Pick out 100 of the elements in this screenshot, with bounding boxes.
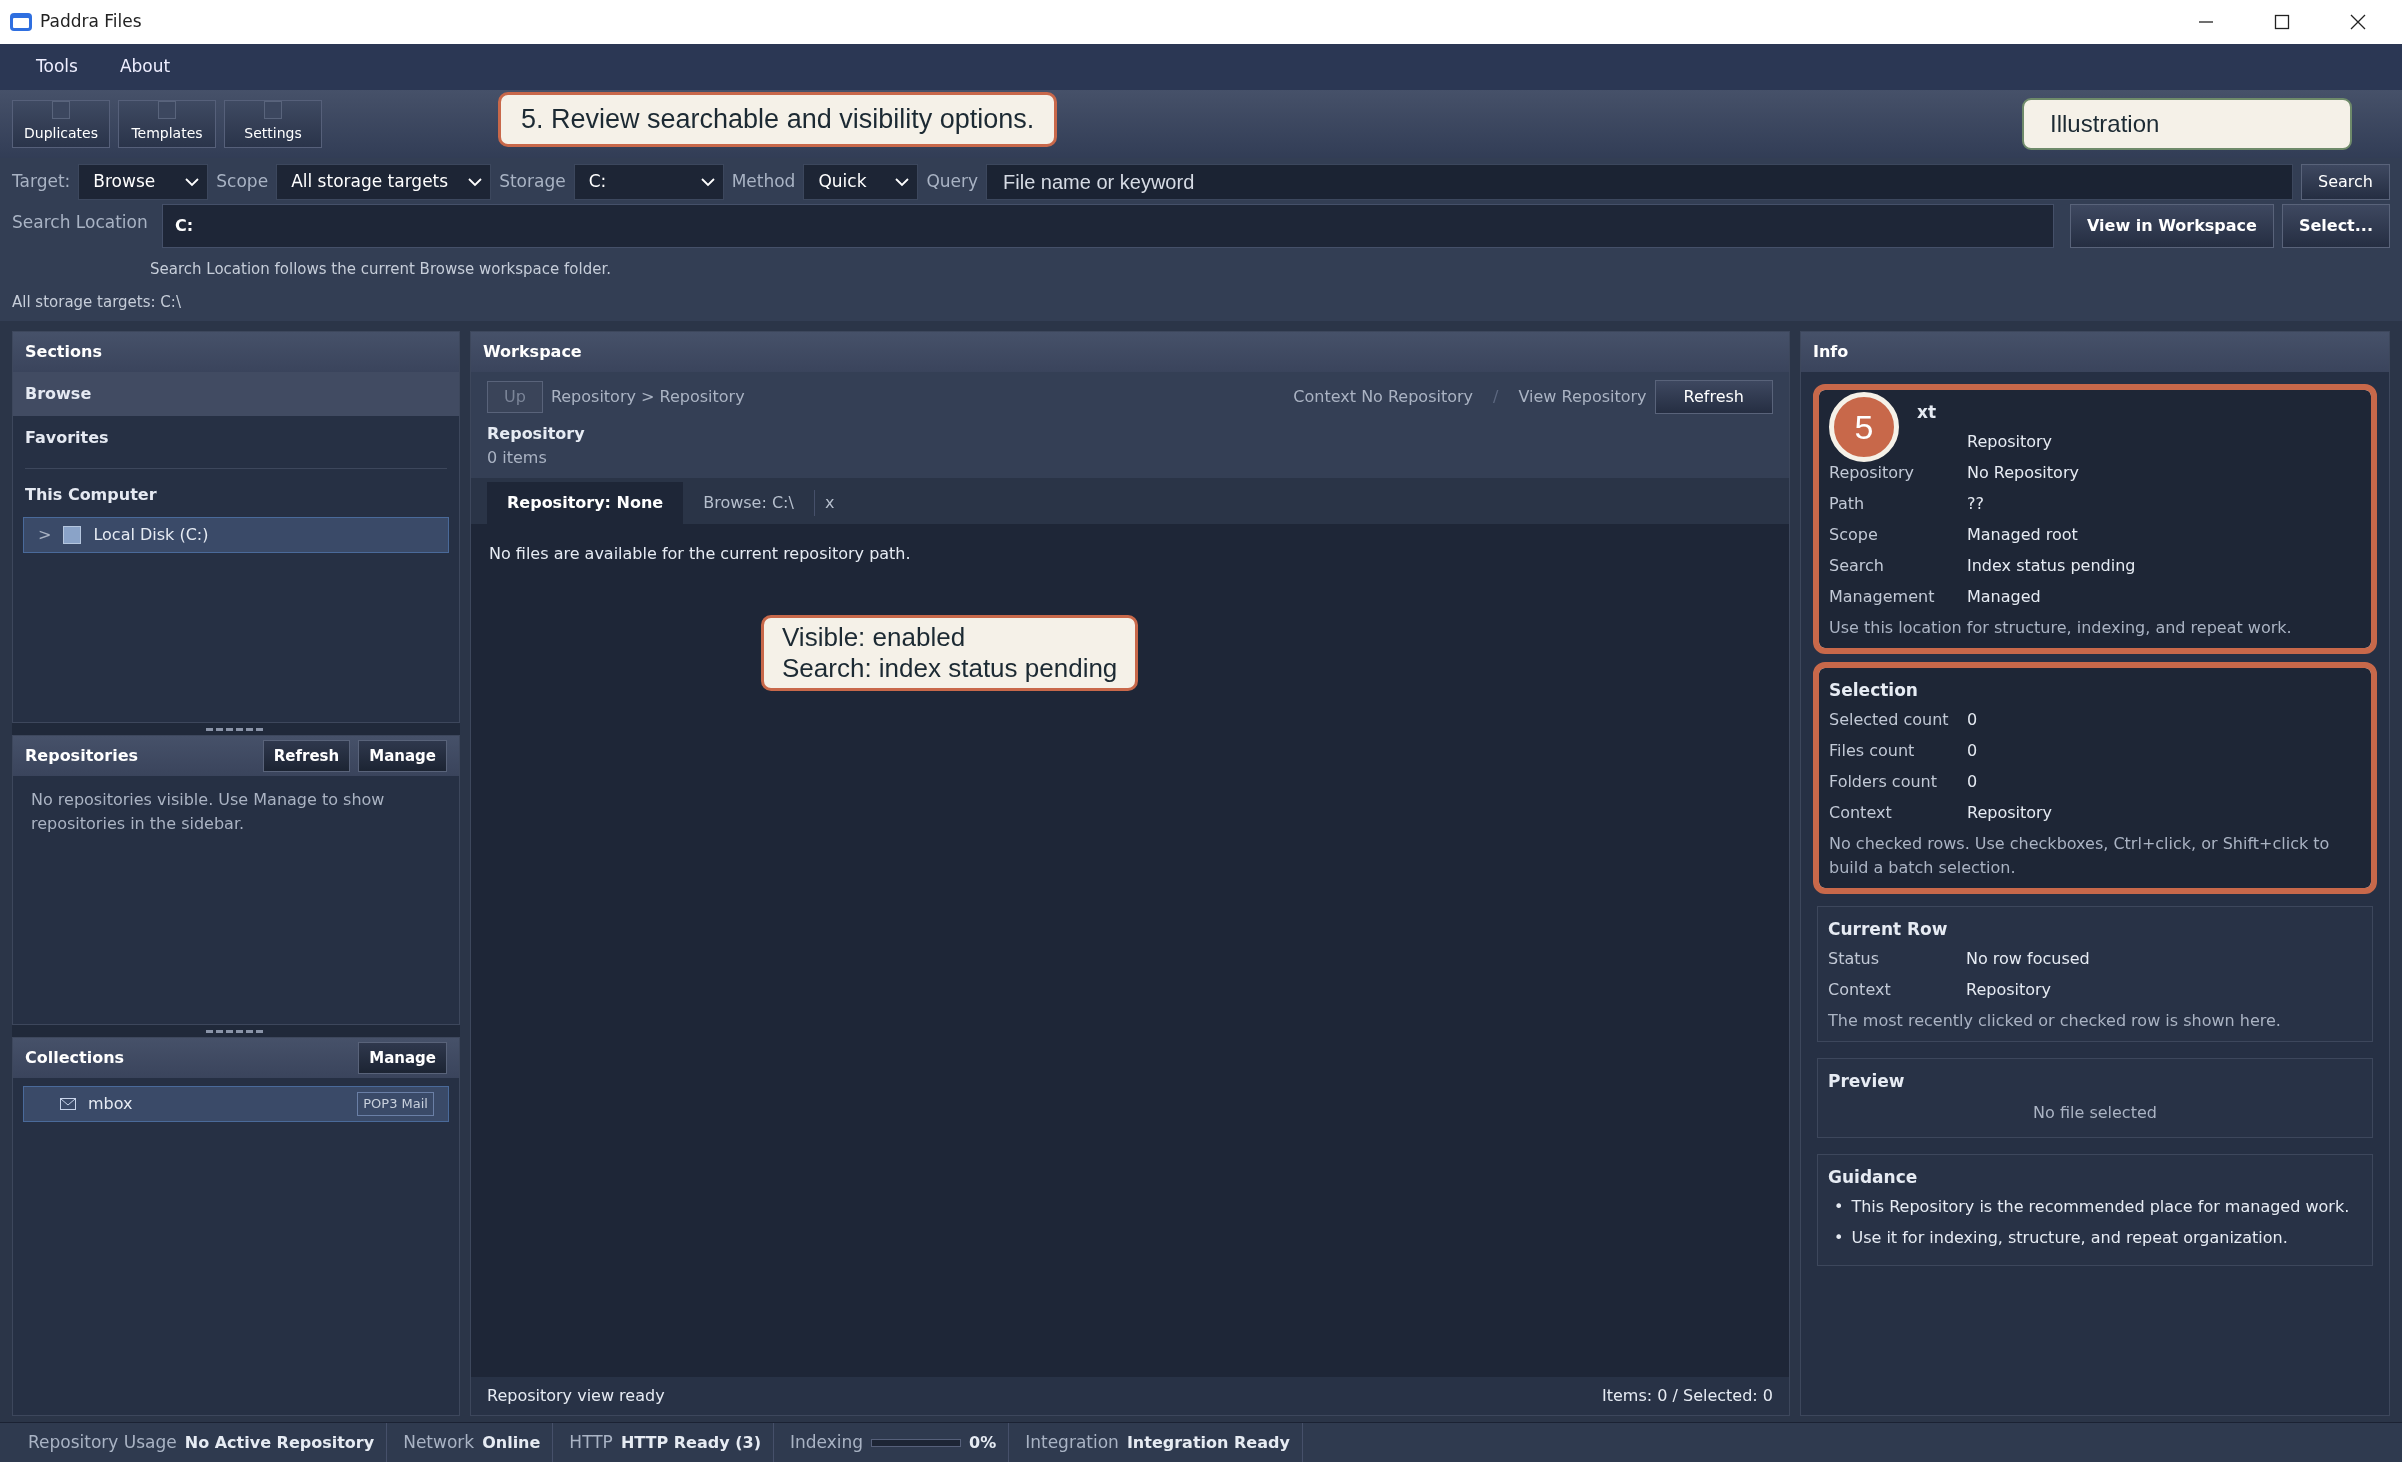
square-icon <box>158 101 176 119</box>
action-button[interactable]: Select... <box>2281 204 2390 248</box>
panel-button[interactable]: Refresh <box>262 740 351 772</box>
status-label: Network <box>403 1430 475 1454</box>
card-title: Current Row <box>1828 918 1949 941</box>
panel-title: Collections <box>25 1047 125 1069</box>
menu-item[interactable]: Tools <box>18 50 96 84</box>
section-heading: Repository <box>487 423 586 445</box>
empty-message: No files are available for the current repository path. <box>489 543 912 565</box>
status-value: No Active Repository <box>184 1431 375 1454</box>
bullet-item: This Repository is the recommended place for managed work. <box>1851 1196 2350 1218</box>
refresh-button[interactable]: Refresh <box>1654 380 1773 414</box>
collection-tag: POP3 Mail <box>357 1092 434 1116</box>
location-field[interactable]: C: <box>162 204 2054 248</box>
card-note: Use this location for structure, indexing, and repeat work. <box>1829 617 2293 639</box>
row-value: 0 <box>1967 771 1978 793</box>
item-summary: Items: 0 / Selected: 0 <box>1602 1385 1773 1407</box>
row-label: Repository <box>1829 462 1916 484</box>
illustration-label: Illustration <box>2022 98 2352 150</box>
row-value: 0 <box>1967 740 1978 762</box>
field-label: Scope <box>216 170 269 194</box>
row-value: Managed root <box>1967 524 2078 546</box>
row-value: No Repository <box>1967 462 2079 484</box>
breadcrumb[interactable]: Repository > Repository <box>550 385 745 409</box>
dropdown[interactable]: C: <box>573 164 724 200</box>
summary-text: All storage targets: C:\ <box>12 291 182 313</box>
search-field[interactable]: File name or keyword <box>986 164 2294 200</box>
nav-item[interactable]: Favorites <box>13 416 459 460</box>
search-button[interactable]: Search <box>2301 164 2390 200</box>
row-value: Repository <box>1967 802 2053 824</box>
grip-icon[interactable] <box>206 1029 266 1033</box>
panel-title: Repositories <box>25 745 138 767</box>
status-label: HTTP <box>569 1430 613 1454</box>
row-label: Path <box>1829 493 1866 515</box>
status-value: 0% <box>969 1431 997 1454</box>
dropdown[interactable]: All storage targets <box>276 164 492 200</box>
folder-icon <box>10 12 32 32</box>
note-callout: Visible: enabled Search: index status pending <box>761 615 1139 691</box>
chevron-down-icon <box>700 177 715 187</box>
field-label: Target: <box>12 170 71 194</box>
nav-item[interactable]: Browse <box>13 372 459 416</box>
window-title: Paddra Files <box>40 10 142 34</box>
toolbar-button[interactable]: Duplicates <box>12 100 110 148</box>
collection-name: mbox <box>88 1093 134 1115</box>
status-value: Integration Ready <box>1126 1431 1290 1454</box>
status-label: Indexing <box>789 1430 864 1454</box>
toolbar-button[interactable]: Templates <box>118 100 216 148</box>
expand-toggle[interactable]: > <box>38 523 52 547</box>
status-message: Repository view ready <box>487 1385 665 1407</box>
tab[interactable]: Browse: C:\ <box>683 482 814 524</box>
tab-close[interactable]: x <box>813 490 845 516</box>
card-title: Preview <box>1828 1070 1906 1093</box>
row-label: Search <box>1829 555 1885 577</box>
envelope-icon <box>60 1098 76 1110</box>
bullet-mark: • <box>1834 1227 1844 1249</box>
menu-item[interactable]: About <box>101 50 189 84</box>
card-title: xt <box>1916 401 1938 424</box>
row-value: Managed <box>1967 586 2041 608</box>
separator-text: / <box>1492 386 1500 408</box>
row-label: Selected count <box>1829 709 1950 731</box>
panel-button[interactable]: Manage <box>358 1042 447 1074</box>
field-label: Search Location <box>12 211 149 234</box>
panel-header: Info <box>1801 332 2389 372</box>
step-marker: 5 <box>1829 392 1899 462</box>
status-value: HTTP Ready (3) <box>620 1431 761 1454</box>
empty-message: No repositories visible. Use Manage to show repositories in the sidebar. <box>30 789 386 835</box>
row-value: Index status pending <box>1967 555 2136 577</box>
row-label: Status <box>1828 948 1880 970</box>
dropdown[interactable]: Quick <box>803 164 919 200</box>
row-value: ?? <box>1967 493 1984 515</box>
row-value: 0 <box>1967 709 1978 731</box>
action-button[interactable]: View in Workspace <box>2069 204 2274 248</box>
chevron-down-icon <box>468 177 483 187</box>
chevron-down-icon <box>185 177 200 187</box>
view-link[interactable]: View Repository <box>1518 385 1647 409</box>
panel-header: Sections <box>13 332 459 372</box>
close-icon[interactable] <box>2348 14 2368 30</box>
row-value: Repository <box>1967 431 2053 453</box>
toolbar-button[interactable]: Settings <box>224 100 322 148</box>
bullet-item: Use it for indexing, structure, and repeat organization. <box>1851 1227 2288 1249</box>
card-title: Guidance <box>1828 1166 1919 1189</box>
context-text: Context No Repository <box>1293 386 1474 408</box>
chevron-down-icon <box>895 177 910 187</box>
hint-text: Search Location follows the current Browse workspace folder. <box>150 259 612 280</box>
field-label: Storage <box>499 170 566 194</box>
status-value: Online <box>482 1431 541 1454</box>
maximize-icon[interactable] <box>2272 14 2292 30</box>
tree-item[interactable]: > Local Disk (C:) <box>23 517 449 553</box>
row-value: Repository <box>1966 979 2052 1001</box>
panel-button[interactable]: Manage <box>358 740 447 772</box>
row-value: No row focused <box>1966 948 2090 970</box>
dropdown[interactable]: Browse <box>78 164 209 200</box>
row-label: Management <box>1829 586 1936 608</box>
collection-item[interactable]: mbox POP3 Mail <box>23 1086 449 1122</box>
panel-header: Workspace <box>471 332 1789 372</box>
grip-icon[interactable] <box>206 727 266 731</box>
item-count: 0 items <box>487 447 548 469</box>
field-label: Query <box>926 170 979 194</box>
card-note: The most recently clicked or checked row is shown here. <box>1828 1010 2282 1032</box>
tab[interactable]: Repository: None <box>487 482 684 524</box>
